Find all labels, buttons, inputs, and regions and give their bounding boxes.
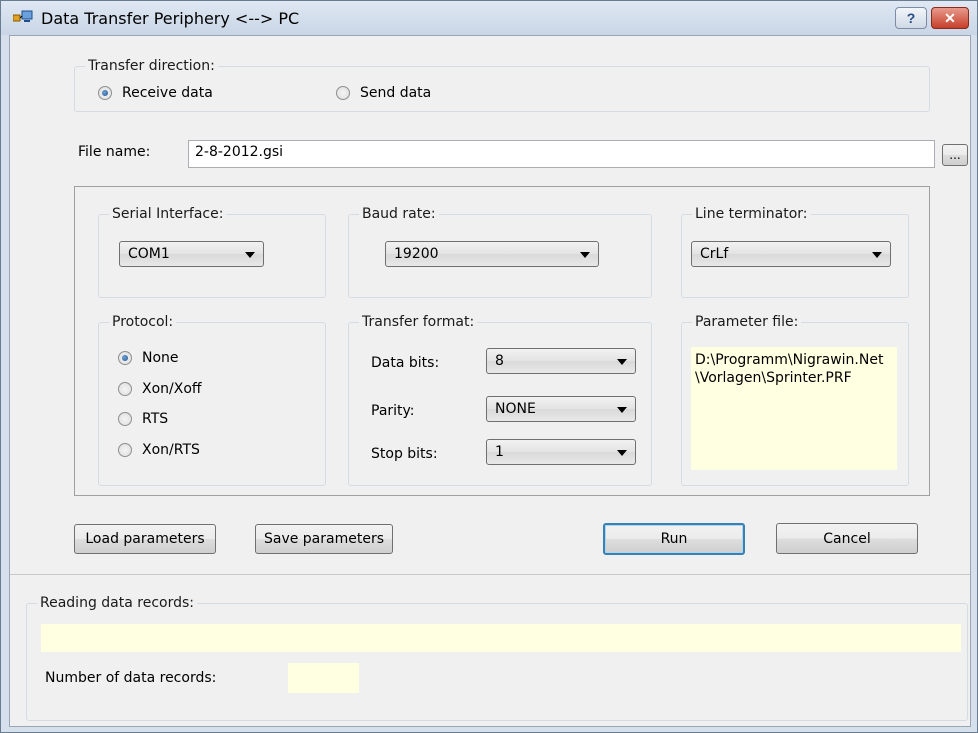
radio-protocol-xon-rts[interactable]: Xon/RTS: [118, 442, 200, 458]
protocol-legend: Protocol:: [109, 314, 177, 330]
radio-protocol-none-indicator[interactable]: [118, 351, 132, 365]
reading-progress-bar: [41, 624, 961, 652]
radio-receive-data[interactable]: Receive data: [98, 85, 213, 101]
stop-bits-value: 1: [495, 444, 504, 460]
radio-protocol-none-label: None: [142, 350, 179, 366]
parity-label: Parity:: [371, 403, 415, 419]
serial-interface-value: COM1: [128, 246, 170, 262]
parameter-file-path: D:\Programm\Nigrawin.Net \Vorlagen\Sprin…: [691, 347, 897, 470]
chevron-down-icon: [580, 252, 590, 258]
radio-send-data[interactable]: Send data: [336, 85, 431, 101]
chevron-down-icon: [617, 450, 627, 456]
radio-protocol-xon-xoff-indicator[interactable]: [118, 382, 132, 396]
protocol-group: Protocol:: [98, 314, 326, 486]
data-bits-select[interactable]: 8: [486, 348, 636, 374]
radio-receive-data-label: Receive data: [122, 85, 213, 101]
parity-value: NONE: [495, 401, 536, 417]
radio-send-data-label: Send data: [360, 85, 432, 101]
serial-interface-select[interactable]: COM1: [119, 241, 264, 267]
stop-bits-select[interactable]: 1: [486, 439, 636, 465]
serial-interface-legend: Serial Interface:: [109, 206, 227, 222]
line-terminator-select[interactable]: CrLf: [691, 241, 891, 267]
file-name-input[interactable]: 2-8-2012.gsi: [188, 140, 935, 168]
file-name-label: File name:: [78, 144, 151, 160]
baud-rate-select[interactable]: 19200: [385, 241, 599, 267]
radio-protocol-rts[interactable]: RTS: [118, 411, 168, 427]
stop-bits-label: Stop bits:: [371, 446, 438, 462]
radio-send-data-indicator[interactable]: [336, 86, 350, 100]
browse-button[interactable]: ...: [942, 144, 968, 166]
chevron-down-icon: [872, 252, 882, 258]
radio-receive-data-indicator[interactable]: [98, 86, 112, 100]
transfer-direction-legend: Transfer direction:: [85, 58, 218, 74]
dialog-window: Data Transfer Periphery <--> PC ? ✕ Tran…: [0, 0, 978, 733]
dialog-client-area: Transfer direction: Receive data Send da…: [9, 35, 971, 727]
run-button[interactable]: Run: [603, 523, 745, 555]
data-bits-value: 8: [495, 353, 504, 369]
transfer-format-legend: Transfer format:: [359, 314, 478, 330]
save-parameters-button[interactable]: Save parameters: [255, 524, 393, 554]
cancel-button[interactable]: Cancel: [776, 523, 918, 554]
reading-data-records-group: Reading data records:: [26, 595, 968, 721]
line-terminator-value: CrLf: [700, 246, 729, 262]
window-title: Data Transfer Periphery <--> PC: [41, 9, 300, 28]
baud-rate-legend: Baud rate:: [359, 206, 439, 222]
radio-protocol-xon-xoff[interactable]: Xon/Xoff: [118, 381, 202, 397]
chevron-down-icon: [617, 359, 627, 365]
help-button[interactable]: ?: [895, 7, 927, 29]
baud-rate-value: 19200: [394, 246, 439, 262]
title-bar[interactable]: Data Transfer Periphery <--> PC ? ✕: [1, 1, 977, 35]
radio-protocol-rts-label: RTS: [142, 411, 169, 427]
chevron-down-icon: [245, 252, 255, 258]
parity-select[interactable]: NONE: [486, 396, 636, 422]
radio-protocol-rts-indicator[interactable]: [118, 412, 132, 426]
app-icon: [13, 10, 33, 22]
load-parameters-button[interactable]: Load parameters: [74, 524, 216, 554]
separator: [10, 574, 970, 575]
number-of-records-label: Number of data records:: [45, 670, 217, 686]
number-of-records-value: [288, 663, 359, 693]
close-button[interactable]: ✕: [931, 7, 969, 29]
radio-protocol-none[interactable]: None: [118, 350, 179, 366]
radio-protocol-xon-xoff-label: Xon/Xoff: [142, 381, 202, 397]
chevron-down-icon: [617, 407, 627, 413]
data-bits-label: Data bits:: [371, 355, 440, 371]
parameter-file-legend: Parameter file:: [692, 314, 802, 330]
reading-data-records-legend: Reading data records:: [37, 595, 197, 611]
radio-protocol-xon-rts-label: Xon/RTS: [142, 442, 200, 458]
radio-protocol-xon-rts-indicator[interactable]: [118, 443, 132, 457]
line-terminator-legend: Line terminator:: [692, 206, 811, 222]
